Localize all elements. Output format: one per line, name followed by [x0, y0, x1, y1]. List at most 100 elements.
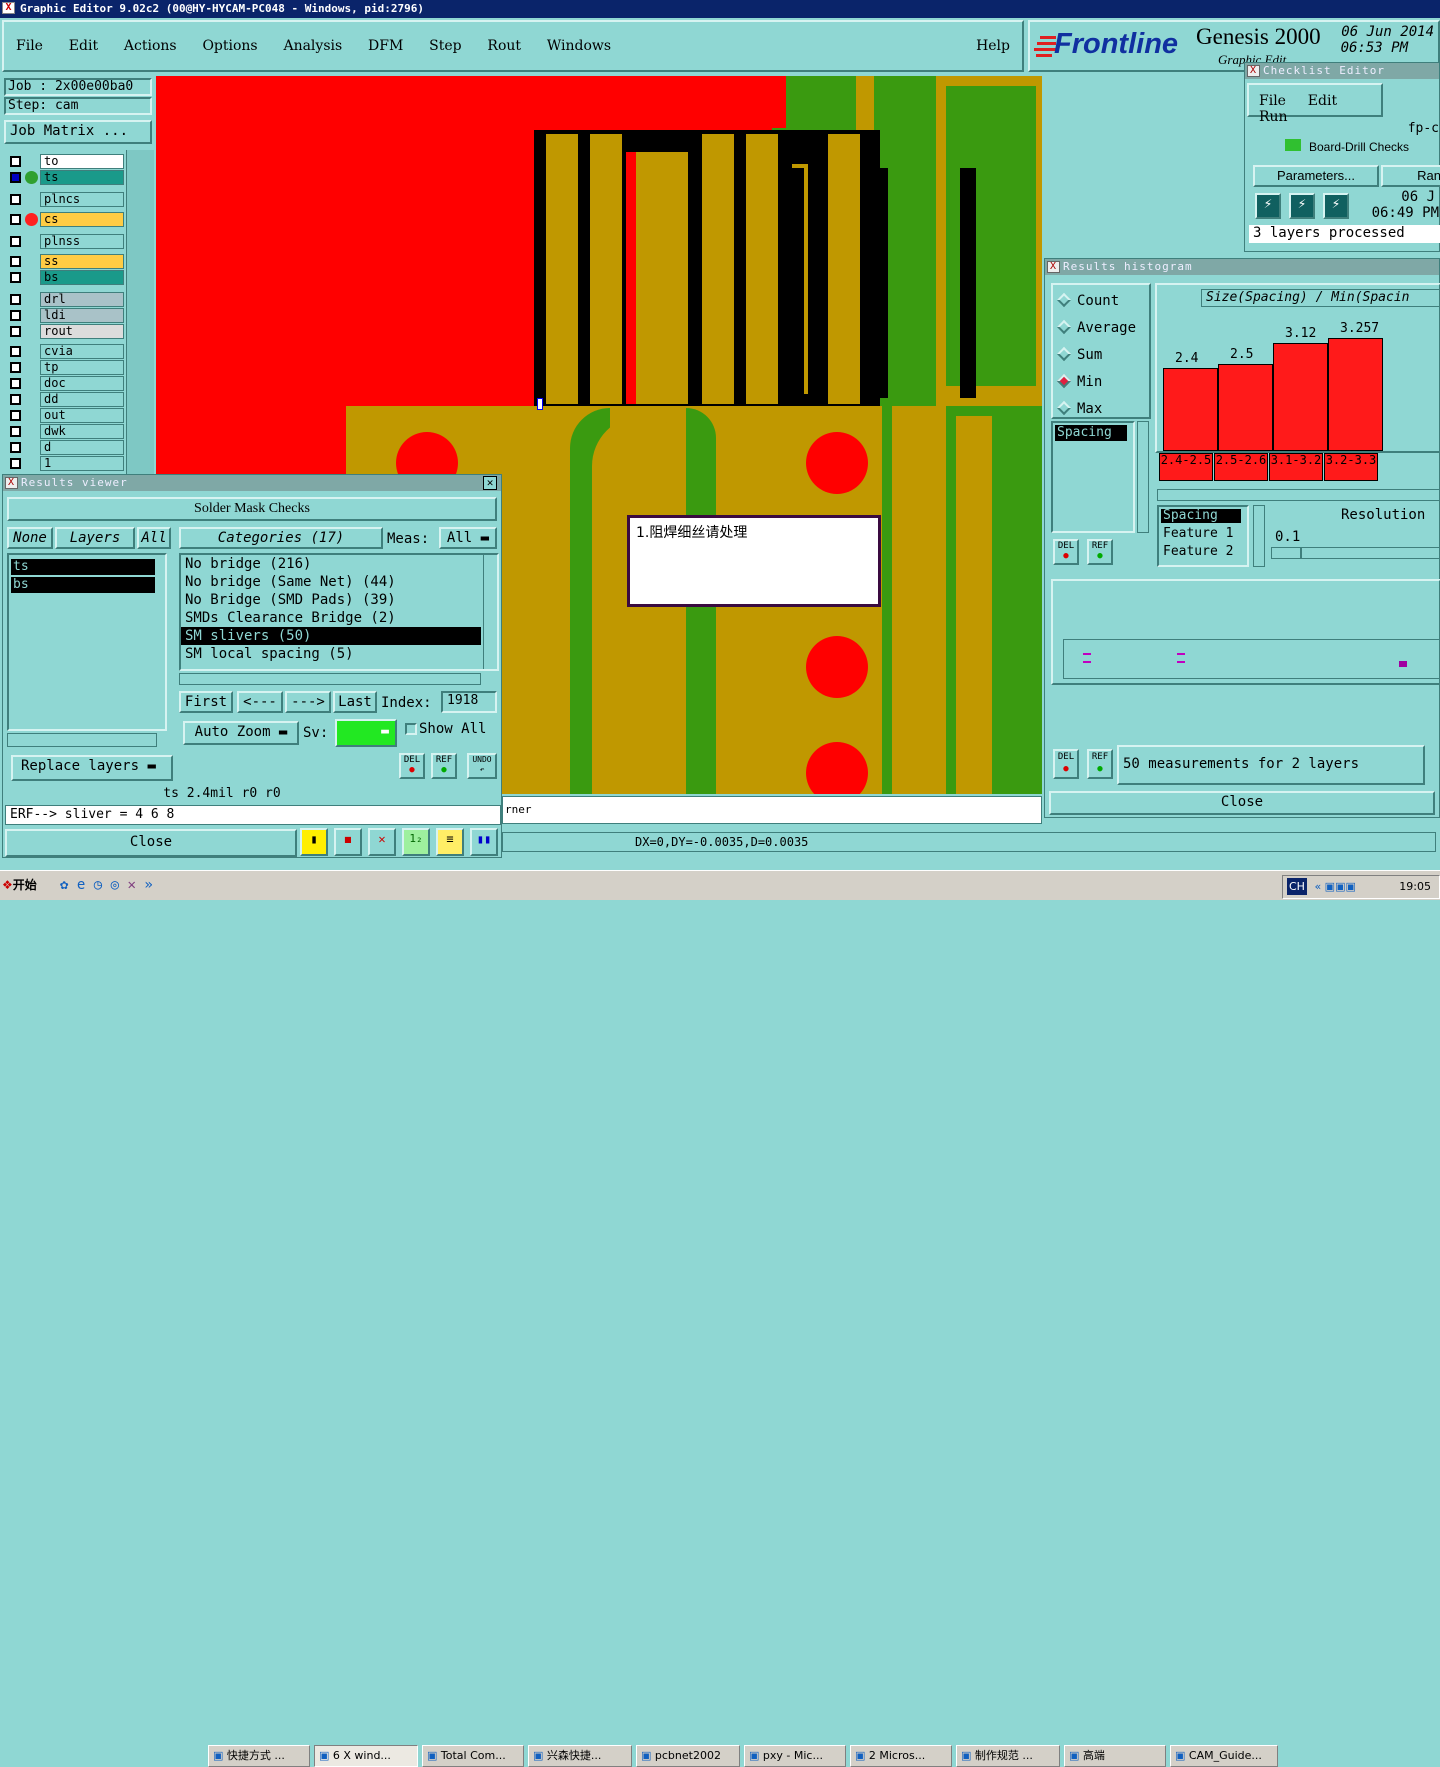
layer-name[interactable]: drl	[40, 292, 124, 307]
checklist-menu-file[interactable]: File	[1259, 93, 1286, 109]
layer-row-d[interactable]: d	[6, 440, 124, 455]
layer-checkbox[interactable]	[10, 156, 21, 167]
layer-checkbox[interactable]	[10, 272, 21, 283]
category-item[interactable]: SM local spacing (5)	[181, 645, 481, 663]
layer-row-out[interactable]: out	[6, 408, 124, 423]
menu-analysis[interactable]: Analysis	[283, 38, 342, 54]
show-all-checkbox[interactable]	[405, 723, 417, 735]
histogram-bar[interactable]	[1218, 364, 1273, 451]
layer-name[interactable]: cvia	[40, 344, 124, 359]
category-item[interactable]: No Bridge (SMD Pads) (39)	[181, 591, 481, 609]
ref-button[interactable]: REF ●	[431, 753, 457, 779]
all-layers-button[interactable]: All	[137, 527, 171, 549]
stat-option-count[interactable]: Count	[1056, 289, 1143, 316]
stat-option-min[interactable]: Min	[1056, 370, 1143, 397]
annotation-note[interactable]: 1.阻焊细丝请处理	[627, 515, 881, 607]
layer-name[interactable]: bs	[40, 270, 124, 285]
steps-tool-icon[interactable]: 1₂	[402, 828, 430, 856]
layer-name[interactable]: ts	[40, 170, 124, 185]
layer-checkbox[interactable]	[10, 458, 21, 469]
taskbar-item[interactable]: ▣ 制作规范 ...	[956, 1745, 1060, 1767]
layer-name[interactable]: plnss	[40, 234, 124, 249]
menu-actions[interactable]: Actions	[124, 38, 177, 54]
layer-row-cs[interactable]: cs	[6, 212, 124, 227]
layer-row-ldi[interactable]: ldi	[6, 308, 124, 323]
stat-option-average[interactable]: Average	[1056, 316, 1143, 343]
layer-checkbox[interactable]	[10, 310, 21, 321]
feature-scrollbar[interactable]	[1253, 505, 1265, 567]
taskbar-item[interactable]: ▣ 兴森快捷...	[528, 1745, 632, 1767]
layer-row-bs[interactable]: bs	[6, 270, 124, 285]
undo-button[interactable]: UNDO ↶	[467, 753, 497, 779]
layer-row-dwk[interactable]: dwk	[6, 424, 124, 439]
layer-row-drl[interactable]: drl	[6, 292, 124, 307]
layer-checkbox[interactable]	[10, 236, 21, 247]
layer-name[interactable]: dwk	[40, 424, 124, 439]
action-icon-3[interactable]: ⚡	[1323, 193, 1349, 219]
stat-option-sum[interactable]: Sum	[1056, 343, 1143, 370]
tray-icons[interactable]: « ▣▣▣	[1314, 880, 1355, 893]
sv-color-dropdown[interactable]: ▬	[335, 719, 397, 747]
select-tool-icon[interactable]: ◼	[334, 828, 362, 856]
layer-row-ss[interactable]: ss	[6, 254, 124, 269]
report-tool-icon[interactable]: ≡	[436, 828, 464, 856]
close-button[interactable]: Close	[5, 829, 297, 857]
layer-name[interactable]: plncs	[40, 192, 124, 207]
layer-checkbox[interactable]	[10, 194, 21, 205]
layer-row-cvia[interactable]: cvia	[6, 344, 124, 359]
resolution-slider[interactable]	[1271, 547, 1440, 559]
histogram-bar[interactable]	[1328, 338, 1383, 451]
layer-name[interactable]: out	[40, 408, 124, 423]
menu-help[interactable]: Help	[976, 38, 1010, 54]
layer-row-rout[interactable]: rout	[6, 324, 124, 339]
highlight-tool-icon[interactable]: ▮	[300, 828, 328, 856]
hist2-ref-button[interactable]: REF ●	[1087, 749, 1113, 779]
layer-result-item[interactable]: bs	[11, 577, 155, 593]
next-button[interactable]: --->	[285, 691, 331, 713]
taskbar-item[interactable]: ▣ 高端	[1064, 1745, 1166, 1767]
replace-layers-dropdown[interactable]: Replace layers ▬	[11, 755, 173, 781]
category-hscroll[interactable]	[179, 673, 481, 685]
layer-checkbox[interactable]	[10, 410, 21, 421]
histogram-list-scrollbar[interactable]	[1137, 421, 1149, 533]
taskbar-item[interactable]: ▣ CAM_Guide...	[1170, 1745, 1278, 1767]
category-item[interactable]: No bridge (216)	[181, 555, 481, 573]
layer-checkbox[interactable]	[10, 362, 21, 373]
browser-icon[interactable]: ◎	[111, 877, 119, 893]
layer-checkbox[interactable]	[10, 442, 21, 453]
layer-checkbox[interactable]	[10, 426, 21, 437]
clock-icon[interactable]: ◷	[94, 877, 102, 893]
chart-tool-icon[interactable]: ▮▮	[470, 828, 498, 856]
layer-checkbox[interactable]	[10, 294, 21, 305]
layer-name[interactable]: cs	[40, 212, 124, 227]
taskbar-item[interactable]: ▣ Total Com...	[422, 1745, 524, 1767]
hist2-del-button[interactable]: DEL ●	[1053, 749, 1079, 779]
layer-checkbox[interactable]	[10, 326, 21, 337]
layer-checkbox[interactable]	[10, 346, 21, 357]
category-item[interactable]: SMDs Clearance Bridge (2)	[181, 609, 481, 627]
menu-rout[interactable]: Rout	[487, 38, 521, 54]
layer-list-hscroll[interactable]	[7, 733, 157, 747]
meas-dropdown[interactable]: All ▬	[439, 527, 497, 549]
close-icon[interactable]: ✕	[483, 476, 497, 490]
app-icon[interactable]: ✿	[60, 877, 68, 893]
menu-options[interactable]: Options	[202, 38, 257, 54]
del-button[interactable]: DEL ●	[399, 753, 425, 779]
start-button[interactable]: ❖开始	[2, 875, 50, 897]
layer-row-ts[interactable]: ts	[6, 170, 124, 185]
taskbar-item[interactable]: ▣ 6 X wind...	[314, 1745, 418, 1767]
layer-name[interactable]: d	[40, 440, 124, 455]
hist-close-button[interactable]: Close	[1049, 791, 1435, 815]
run-button[interactable]: Ran	[1381, 165, 1440, 187]
checklist-menu-edit[interactable]: Edit	[1308, 93, 1337, 109]
layer-result-item[interactable]: ts	[11, 559, 155, 575]
histogram-hscroll[interactable]	[1157, 489, 1440, 501]
none-button[interactable]: None	[7, 527, 53, 549]
first-button[interactable]: First	[179, 691, 233, 713]
category-item[interactable]: No bridge (Same Net) (44)	[181, 573, 481, 591]
delete-tool-icon[interactable]: ✕	[368, 828, 396, 856]
auto-zoom-dropdown[interactable]: Auto Zoom ▬	[183, 721, 299, 745]
histogram-bar[interactable]	[1273, 343, 1328, 451]
histogram-bar[interactable]	[1163, 368, 1218, 451]
layer-name[interactable]: tp	[40, 360, 124, 375]
